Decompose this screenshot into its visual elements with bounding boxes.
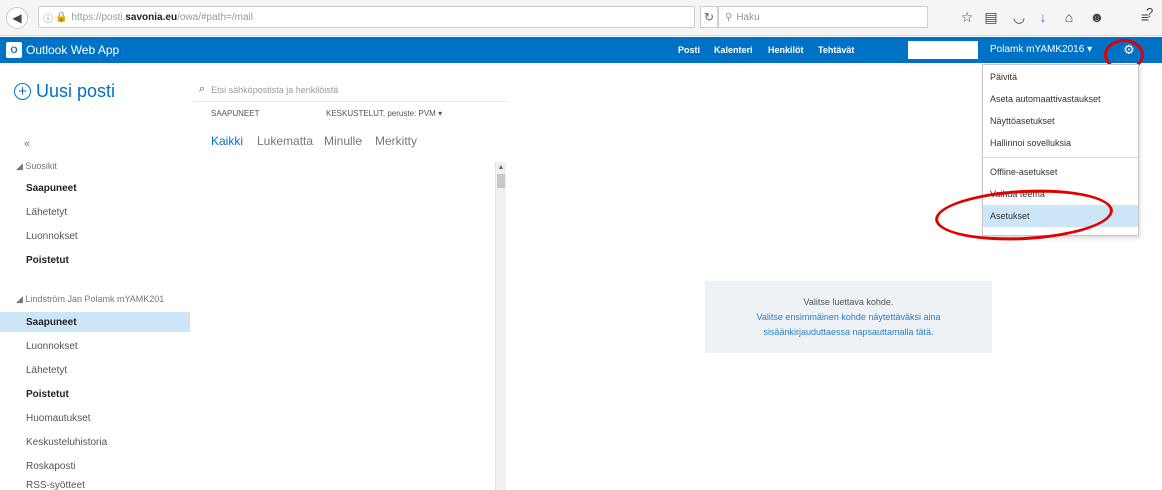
favorite-luonnokset[interactable]: Luonnokset: [26, 231, 78, 242]
search-icon: ⌕: [199, 83, 206, 95]
menu-item-hallinnoi-sovelluksia[interactable]: Hallinnoi sovelluksia: [983, 132, 1138, 154]
nav-tehtavat[interactable]: Tehtävät: [818, 45, 854, 55]
app-title[interactable]: Outlook Web App: [26, 43, 119, 57]
url-text: https://posti.savonia.eu/owa/#path=/mail: [71, 11, 253, 23]
owa-header-search[interactable]: [908, 41, 978, 59]
lock-icon: 🔒: [55, 11, 68, 23]
folder-roskaposti[interactable]: Roskaposti: [26, 461, 75, 472]
menu-item-paivita[interactable]: Päivitä: [983, 66, 1138, 88]
new-mail-button[interactable]: + Uusi posti: [14, 81, 115, 102]
bookmark-star-icon[interactable]: ☆: [958, 8, 976, 26]
folder-saapuneet[interactable]: Saapuneet: [26, 317, 77, 328]
nav-henkilot[interactable]: Henkilöt: [768, 45, 804, 55]
favorite-poistetut[interactable]: Poistetut: [26, 255, 69, 266]
favorites-header[interactable]: ◢ Suosikit: [16, 161, 57, 172]
menu-divider: [983, 157, 1138, 158]
back-icon[interactable]: ◀: [6, 7, 28, 29]
menu-item-automaattivastaukset[interactable]: Aseta automaattivastaukset: [983, 88, 1138, 110]
browser-search-placeholder: Haku: [736, 11, 760, 23]
new-mail-label: Uusi posti: [36, 81, 116, 101]
url-bar[interactable]: ⓘ 🔒 https://posti.savonia.eu/owa/#path=/…: [38, 6, 695, 28]
collapse-icon[interactable]: «: [24, 138, 30, 150]
filter-merkitty[interactable]: Merkitty: [375, 134, 417, 148]
pocket-icon[interactable]: ◡: [1010, 8, 1028, 26]
extension-icon[interactable]: ☻: [1088, 8, 1106, 26]
mail-search-input[interactable]: ⌕ Etsi sähköpostista ja henkilöistä: [193, 78, 508, 102]
folder-huomautukset[interactable]: Huomautukset: [26, 413, 90, 424]
browser-toolbar: ◀ ⓘ 🔒 https://posti.savonia.eu/owa/#path…: [0, 0, 1162, 36]
folder-luonnokset[interactable]: Luonnokset: [26, 341, 78, 352]
info-icon[interactable]: ⓘ: [43, 10, 53, 25]
menu-item-nayttoasetukset[interactable]: Näyttöasetukset: [983, 110, 1138, 132]
library-icon[interactable]: ▤: [982, 8, 1000, 26]
outlook-logo-icon: O: [6, 42, 22, 58]
folder-poistetut[interactable]: Poistetut: [26, 389, 69, 400]
search-icon: ⚲: [725, 11, 733, 23]
filter-lukematta[interactable]: Lukematta: [257, 134, 313, 148]
mail-search-placeholder: Etsi sähköpostista ja henkilöistä: [211, 84, 339, 95]
filter-kaikki[interactable]: Kaikki: [211, 134, 243, 148]
list-folder-label: SAAPUNEET: [211, 109, 260, 118]
owa-header: O Outlook Web App Posti Kalenteri Henkil…: [0, 37, 1162, 63]
browser-search-input[interactable]: ⚲ Haku: [718, 6, 928, 28]
reading-pane-link-line2[interactable]: sisäänkirjauduttaessa napsauttamalla tät…: [763, 325, 933, 340]
reading-pane-message: Valitse luettava kohde.: [803, 296, 894, 307]
reading-pane-link-line1[interactable]: Valitse ensimmäinen kohde näytettäväksi …: [757, 310, 941, 325]
nav-posti[interactable]: Posti: [678, 45, 700, 55]
folder-rss[interactable]: RSS-syötteet: [26, 480, 85, 490]
scroll-thumb[interactable]: [497, 174, 505, 188]
mail-list-scrollbar[interactable]: ▲: [495, 162, 506, 490]
favorite-lahetetyt[interactable]: Lähetetyt: [26, 207, 67, 218]
nav-kalenteri[interactable]: Kalenteri: [714, 45, 753, 55]
filter-minulle[interactable]: Minulle: [324, 134, 362, 148]
account-header[interactable]: ◢ Lindström Jan Polamk mYAMK201: [16, 294, 164, 305]
user-menu[interactable]: Polamk mYAMK2016 ▾: [990, 44, 1092, 55]
reload-icon[interactable]: ↻: [700, 6, 718, 28]
plus-icon: +: [14, 83, 31, 100]
reading-pane-placeholder: Valitse luettava kohde. Valitse ensimmäi…: [705, 281, 992, 353]
favorite-saapuneet[interactable]: Saapuneet: [26, 183, 77, 194]
home-icon[interactable]: ⌂: [1060, 8, 1078, 26]
scroll-up-icon[interactable]: ▲: [496, 162, 506, 172]
help-icon[interactable]: ?: [1146, 5, 1153, 20]
folder-keskusteluhistoria[interactable]: Keskusteluhistoria: [26, 437, 107, 448]
download-icon[interactable]: ↓: [1034, 8, 1052, 26]
sort-dropdown[interactable]: KESKUSTELUT, peruste: PVM ▾: [326, 109, 442, 118]
menu-item-offline-asetukset[interactable]: Offline-asetukset: [983, 161, 1138, 183]
folder-lahetetyt[interactable]: Lähetetyt: [26, 365, 67, 376]
